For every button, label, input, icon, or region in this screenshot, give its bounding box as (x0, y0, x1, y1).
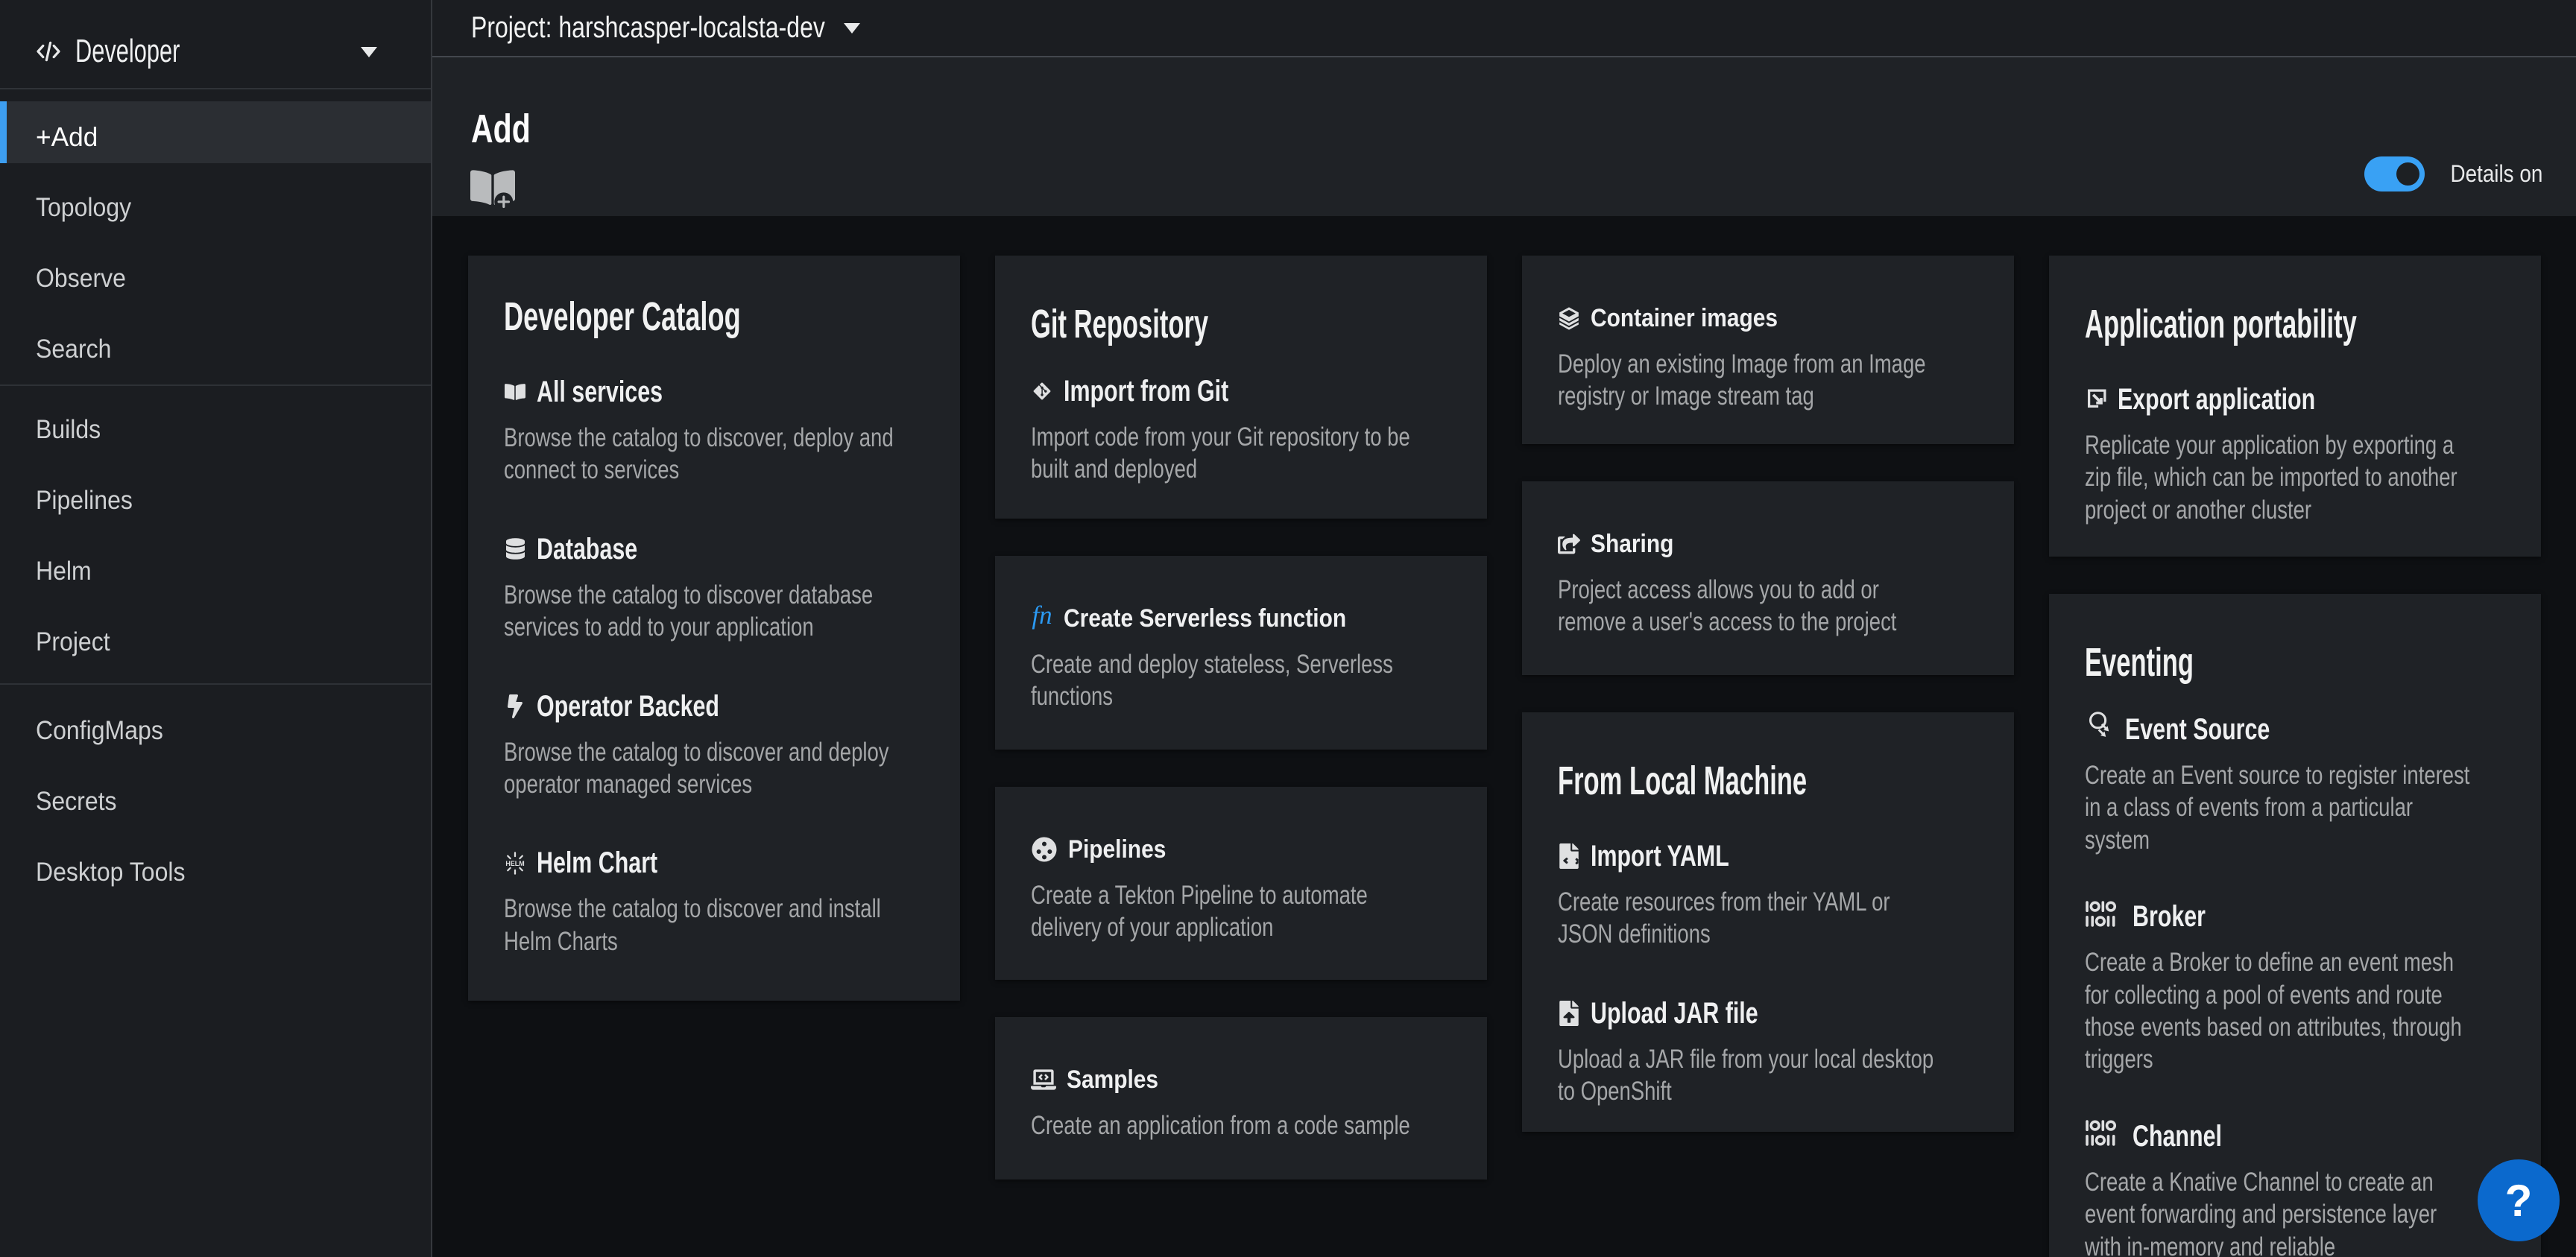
svg-text:HELM: HELM (505, 860, 524, 867)
